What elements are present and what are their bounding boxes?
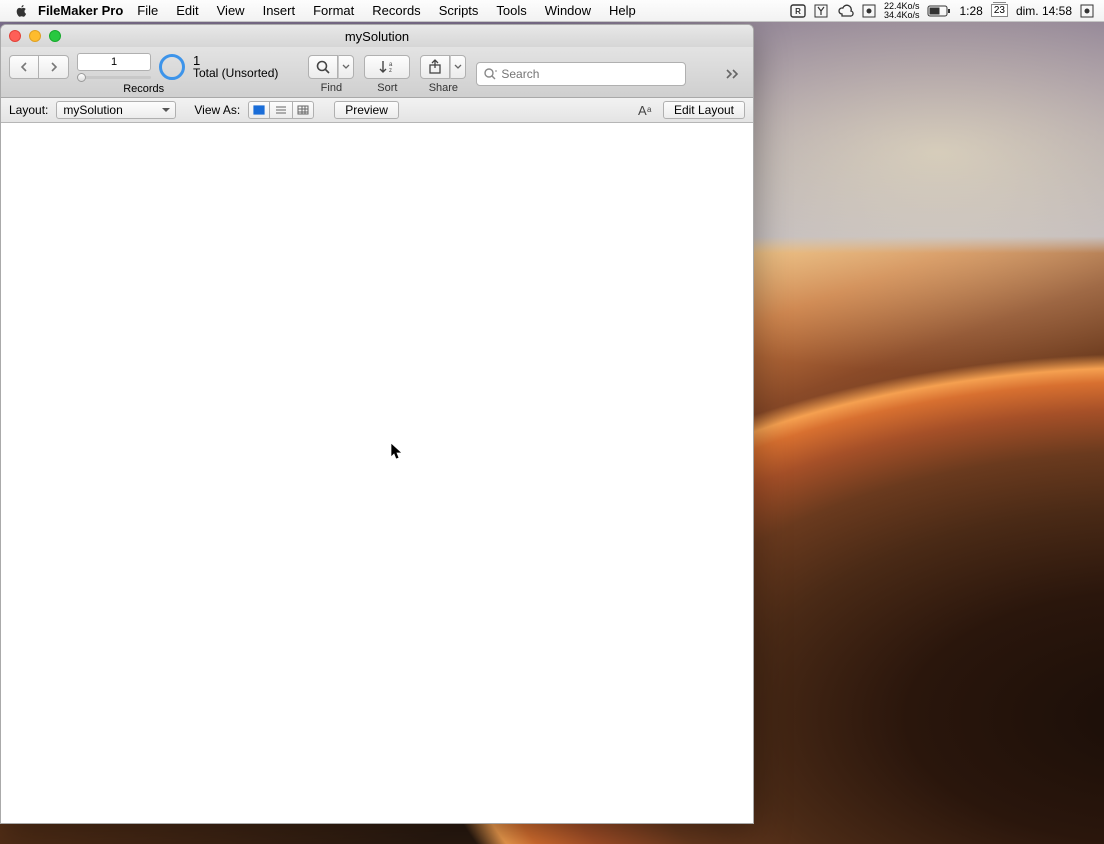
search-field[interactable]: [476, 62, 686, 86]
record-slider[interactable]: [77, 73, 151, 81]
find-dropdown[interactable]: [338, 55, 354, 79]
window-minimize-button[interactable]: [29, 30, 41, 42]
layout-label: Layout:: [9, 103, 48, 117]
menu-insert[interactable]: Insert: [263, 3, 296, 18]
macos-menubar: FileMaker Pro File Edit View Insert Form…: [0, 0, 1104, 22]
mouse-cursor-icon: [390, 442, 404, 462]
view-table-button[interactable]: [292, 101, 314, 119]
text-format-icon[interactable]: Aa: [637, 102, 655, 118]
find-button[interactable]: [308, 55, 338, 79]
format-bar: Layout: mySolution View As: Preview Aa E…: [1, 98, 753, 123]
share-button[interactable]: [420, 55, 450, 79]
records-label: Records: [123, 83, 164, 95]
menubar-extra-icon-1[interactable]: R: [790, 4, 806, 18]
apple-menu-icon[interactable]: [14, 4, 28, 18]
menubar-extra-icon-4[interactable]: [1080, 4, 1094, 18]
record-number-field[interactable]: 1: [77, 53, 151, 71]
share-label: Share: [429, 82, 458, 94]
app-window: mySolution 1 1 Total (Un: [0, 24, 754, 824]
menu-file[interactable]: File: [137, 3, 158, 18]
layout-dropdown[interactable]: mySolution: [56, 101, 176, 119]
find-label: Find: [321, 82, 342, 94]
window-close-button[interactable]: [9, 30, 21, 42]
menu-view[interactable]: View: [217, 3, 245, 18]
network-rate: 22.4Ko/s34.4Ko/s: [884, 2, 920, 20]
creative-cloud-icon[interactable]: [836, 4, 854, 18]
record-info: 1 Total (Unsorted): [193, 54, 278, 80]
view-form-button[interactable]: [248, 101, 270, 119]
layout-content[interactable]: [1, 129, 753, 823]
menubar-extra-icon-3[interactable]: [862, 4, 876, 18]
app-name[interactable]: FileMaker Pro: [38, 3, 123, 18]
window-title: mySolution: [345, 29, 409, 44]
menu-format[interactable]: Format: [313, 3, 354, 18]
sort-button[interactable]: az: [364, 55, 410, 79]
menu-help[interactable]: Help: [609, 3, 636, 18]
battery-time: 1:28: [959, 4, 982, 18]
search-icon: [483, 67, 497, 81]
next-record-button[interactable]: [39, 55, 69, 79]
toolbar-expand-button[interactable]: [721, 68, 745, 80]
menu-scripts[interactable]: Scripts: [439, 3, 479, 18]
svg-text:z: z: [389, 68, 392, 74]
menu-edit[interactable]: Edit: [176, 3, 198, 18]
view-list-button[interactable]: [270, 101, 292, 119]
battery-icon[interactable]: [927, 5, 951, 17]
viewas-label: View As:: [194, 103, 240, 117]
window-zoom-button[interactable]: [49, 30, 61, 42]
window-titlebar[interactable]: mySolution: [1, 25, 753, 47]
preview-button[interactable]: Preview: [334, 101, 399, 119]
search-input[interactable]: [501, 67, 679, 81]
menubar-extra-icon-2[interactable]: [814, 4, 828, 18]
svg-text:A: A: [638, 103, 647, 118]
menu-records[interactable]: Records: [372, 3, 420, 18]
record-pie-icon[interactable]: [159, 54, 185, 80]
menu-tools[interactable]: Tools: [496, 3, 526, 18]
clock[interactable]: dim. 14:58: [1016, 4, 1072, 18]
svg-text:R: R: [795, 7, 801, 16]
main-toolbar: 1 1 Total (Unsorted) Records Fi: [1, 47, 753, 98]
calendar-icon[interactable]: 23: [991, 4, 1008, 17]
prev-record-button[interactable]: [9, 55, 39, 79]
share-dropdown[interactable]: [450, 55, 466, 79]
sort-label: Sort: [377, 82, 397, 94]
svg-text:a: a: [647, 105, 652, 114]
menu-window[interactable]: Window: [545, 3, 591, 18]
edit-layout-button[interactable]: Edit Layout: [663, 101, 745, 119]
